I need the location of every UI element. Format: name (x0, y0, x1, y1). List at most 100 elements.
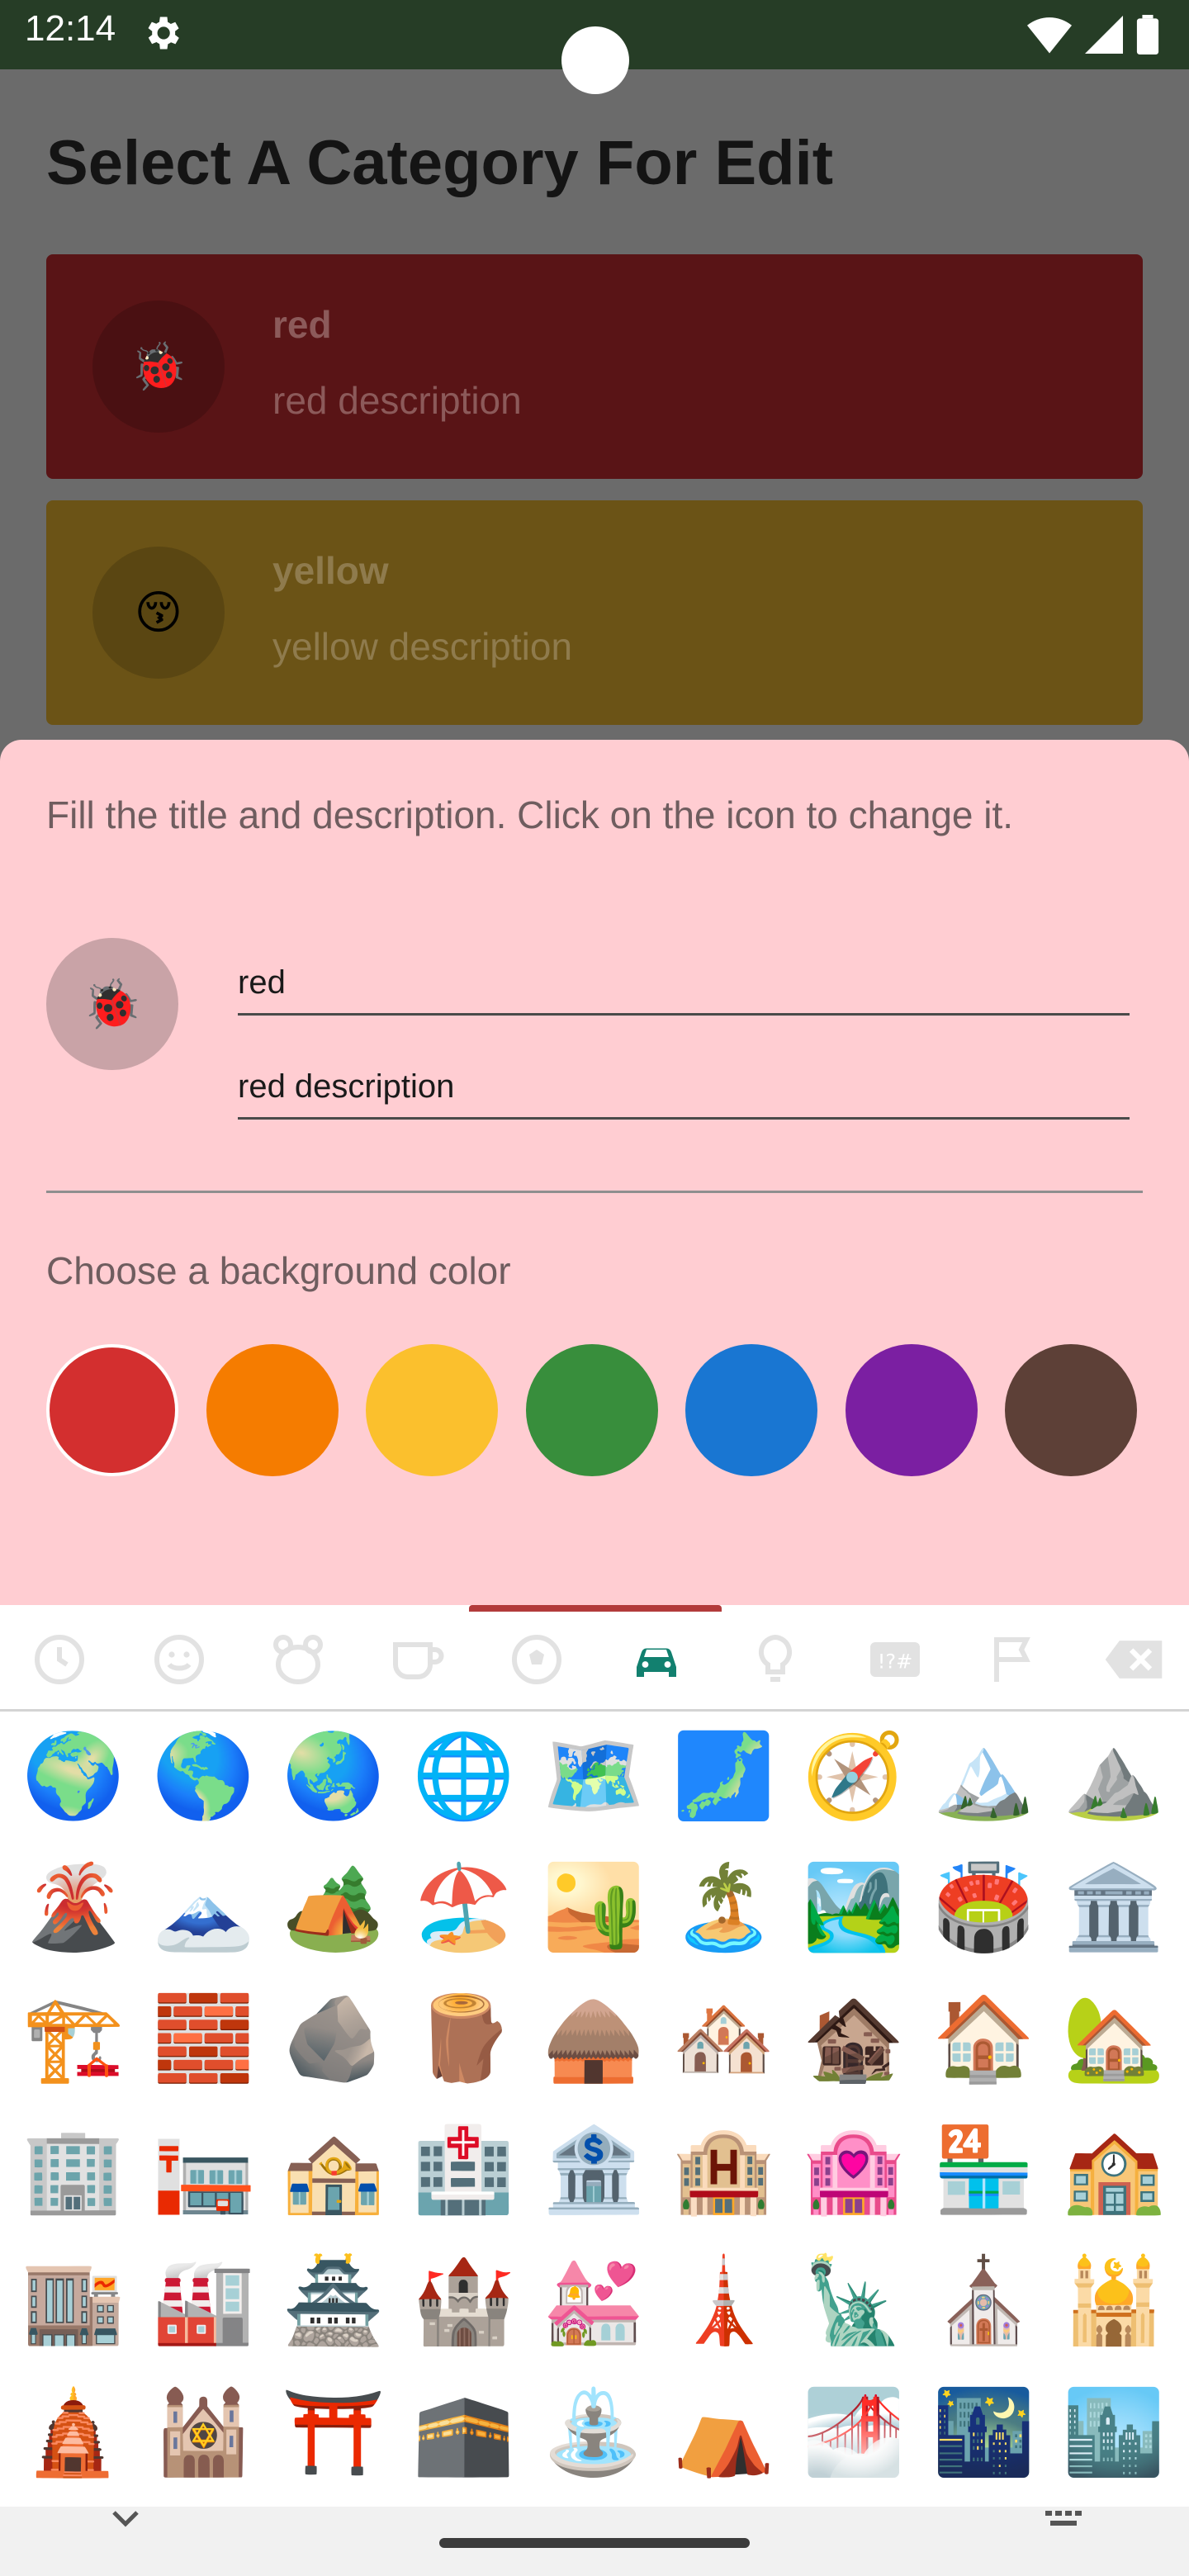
description-input[interactable] (238, 1068, 1130, 1117)
emoji-key[interactable]: ⛩️ (268, 2367, 399, 2498)
emoji-key[interactable]: 🏟️ (919, 1842, 1049, 1972)
emoji-key[interactable]: 🌍 (8, 1711, 139, 1841)
emoji-key[interactable]: 🏞️ (789, 1842, 919, 1972)
emoji-key[interactable]: 🏕️ (268, 1842, 399, 1972)
emoji-key[interactable]: 🏙️ (1049, 2367, 1179, 2498)
emoji-key[interactable]: 🌐 (399, 1711, 529, 1841)
edit-category-sheet: Fill the title and description. Click on… (0, 740, 1189, 1607)
emoji-key[interactable]: 🕍 (139, 2367, 269, 2498)
keyboard-switch-icon[interactable] (1042, 2507, 1088, 2531)
emoji-key[interactable]: 🏤 (268, 2105, 399, 2235)
emoji-key[interactable]: 🌎 (139, 1711, 269, 1841)
emoji-key[interactable]: 🛕 (8, 2367, 139, 2498)
emoji-key[interactable]: 🏯 (268, 2236, 399, 2366)
emoji-key[interactable]: 🏥 (399, 2105, 529, 2235)
emoji-key[interactable]: 🗻 (139, 1842, 269, 1972)
color-swatch[interactable] (366, 1344, 498, 1476)
title-field[interactable] (238, 964, 1130, 1016)
emoji-key[interactable]: 🏦 (528, 2105, 659, 2235)
category-card-yellow[interactable]: 😚 yellow yellow description (46, 500, 1143, 725)
emoji-key[interactable]: 🏘️ (659, 1973, 789, 2104)
emoji-key[interactable]: 🛖 (528, 1973, 659, 2104)
chevron-down-icon[interactable] (109, 2507, 142, 2531)
emoji-key[interactable]: 🏗️ (8, 1973, 139, 2104)
emoji-key[interactable]: 🗼 (659, 2236, 789, 2366)
emoji-key[interactable]: 🌃 (919, 2367, 1049, 2498)
emoji-key[interactable]: 🏬 (8, 2236, 139, 2366)
emoji-key[interactable]: 🪵 (399, 1973, 529, 2104)
emoji-key[interactable]: 🏛️ (1049, 1842, 1179, 1972)
description-field[interactable] (238, 1068, 1130, 1120)
category-card-red[interactable]: 🐞 red red description (46, 254, 1143, 479)
travel-icon[interactable] (623, 1630, 689, 1689)
emoji-key[interactable]: 🏣 (139, 2105, 269, 2235)
food-icon[interactable] (385, 1630, 451, 1689)
emoji-key[interactable]: 🕌 (1049, 2236, 1179, 2366)
emoji-key[interactable]: 🏔️ (919, 1711, 1049, 1841)
emoji-key[interactable]: 🗺️ (528, 1711, 659, 1841)
category-description: red description (272, 379, 522, 422)
emoji-key[interactable]: 💒 (528, 2236, 659, 2366)
battery-icon (1136, 15, 1159, 54)
emoji-key[interactable]: 🏠 (919, 1973, 1049, 2104)
category-icon-button[interactable]: 🐞 (46, 938, 178, 1070)
color-swatch[interactable] (525, 1344, 658, 1476)
emoji-key[interactable]: 🗽 (789, 2236, 919, 2366)
emoji-key[interactable]: 🏭 (139, 2236, 269, 2366)
category-list-page: Select A Category For Edit 🐞 red red des… (0, 69, 1189, 746)
ladybug-icon: 🐞 (92, 301, 225, 433)
emoji-key[interactable]: 🏝️ (659, 1842, 789, 1972)
activity-icon[interactable] (504, 1630, 570, 1689)
emoji-key[interactable]: 🏜️ (528, 1842, 659, 1972)
color-label: Choose a background color (46, 1249, 511, 1292)
title-input[interactable] (238, 964, 1130, 1013)
category-title: yellow (272, 549, 389, 592)
category-description: yellow description (272, 625, 573, 668)
emoji-key[interactable]: 🌋 (8, 1842, 139, 1972)
emoji-key[interactable]: ⛺ (659, 2367, 789, 2498)
kissing-face-icon: 😚 (92, 547, 225, 679)
color-swatch[interactable] (845, 1344, 978, 1476)
recent-icon[interactable] (26, 1630, 92, 1689)
camera-cutout (561, 26, 629, 94)
emoji-key[interactable]: 🏡 (1049, 1973, 1179, 2104)
emoji-keyboard: !?# 🌍 🌎 🌏 🌐 🗺️ 🗾 🧭 🏔️ ⛰️ 🌋 🗻 🏕️ 🏖️ 🏜️ 🏝️ 🏞️ 🏟️ 🏛️ 🏗️ 🧱 🪨 🪵 🛖 🏘️… (0, 1605, 1189, 2507)
objects-icon[interactable] (742, 1630, 808, 1689)
ladybug-icon: 🐞 (82, 975, 143, 1032)
emoji-key[interactable]: ⛪ (919, 2236, 1049, 2366)
color-swatch[interactable] (46, 1344, 178, 1476)
emoji-key[interactable]: 🏰 (399, 2236, 529, 2366)
color-swatch[interactable] (685, 1344, 817, 1476)
emoji-key[interactable]: 🏨 (659, 2105, 789, 2235)
emoji-key[interactable]: 🌁 (789, 2367, 919, 2498)
home-gesture-handle[interactable] (439, 2538, 750, 2548)
divider (46, 1191, 1143, 1193)
smileys-icon[interactable] (146, 1630, 212, 1689)
emoji-key[interactable]: 🏢 (8, 2105, 139, 2235)
navigation-bar (0, 2507, 1189, 2576)
emoji-key[interactable]: 🌏 (268, 1711, 399, 1841)
flags-icon[interactable] (981, 1630, 1047, 1689)
emoji-key[interactable]: 🏪 (919, 2105, 1049, 2235)
color-swatch[interactable] (1005, 1344, 1137, 1476)
emoji-key[interactable]: 🕋 (399, 2367, 529, 2498)
emoji-key[interactable]: 🏖️ (399, 1842, 529, 1972)
color-swatch[interactable] (206, 1344, 339, 1476)
emoji-key[interactable]: 🗾 (659, 1711, 789, 1841)
cell-signal-icon (1085, 16, 1123, 54)
emoji-key[interactable]: ⛰️ (1049, 1711, 1179, 1841)
emoji-key[interactable]: 🏩 (789, 2105, 919, 2235)
emoji-category-tabs: !?# (0, 1605, 1189, 1712)
emoji-key[interactable]: 🧱 (139, 1973, 269, 2104)
emoji-key[interactable]: 🏫 (1049, 2105, 1179, 2235)
emoji-key[interactable]: 🏚️ (789, 1973, 919, 2104)
symbols-icon[interactable]: !?# (862, 1630, 928, 1689)
emoji-key[interactable]: 🪨 (268, 1973, 399, 2104)
animals-icon[interactable] (265, 1630, 331, 1689)
backspace-icon[interactable] (1101, 1630, 1167, 1689)
emoji-key[interactable]: 🧭 (789, 1711, 919, 1841)
svg-text:!?#: !?# (877, 1650, 912, 1674)
keyboard-top-handle (469, 1605, 722, 1612)
emoji-key[interactable]: ⛲ (528, 2367, 659, 2498)
color-swatches (46, 1344, 1144, 1480)
